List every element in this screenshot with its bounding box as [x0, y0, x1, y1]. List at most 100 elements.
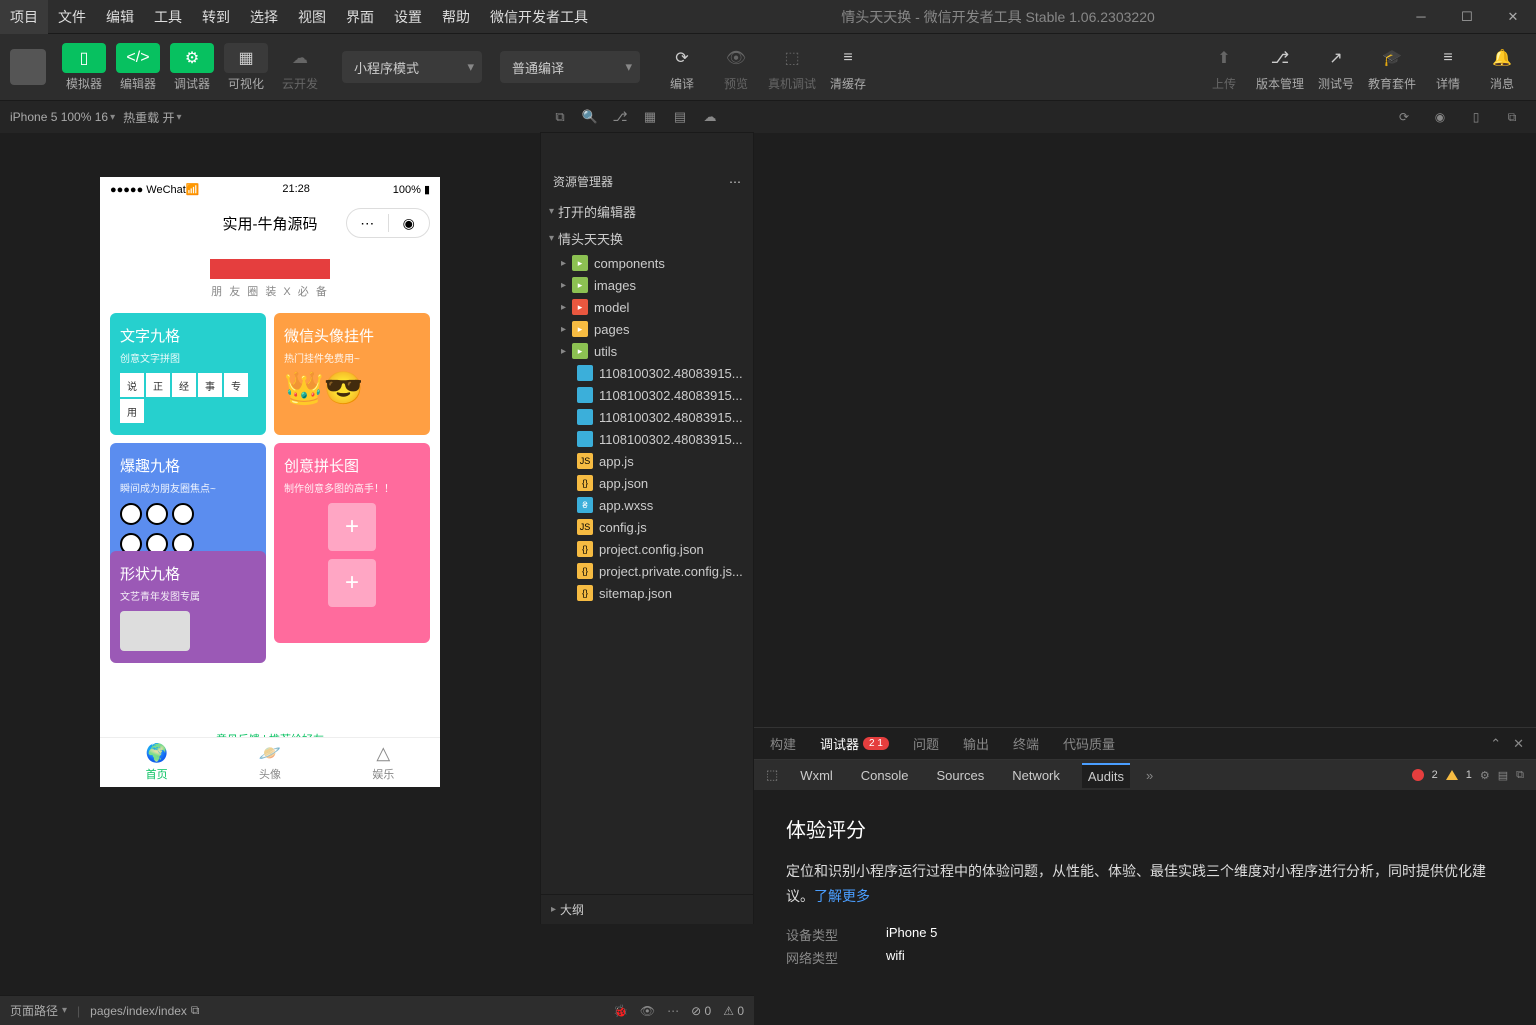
capsule-menu[interactable]: ⋯: [347, 215, 388, 232]
device-dropdown[interactable]: iPhone 5 100% 16▾: [10, 110, 115, 124]
files-icon[interactable]: ⧉: [548, 105, 572, 129]
tab-debugger[interactable]: 调试器2 1: [816, 734, 893, 753]
user-avatar[interactable]: [10, 49, 46, 85]
bug-icon[interactable]: 🐞: [613, 1004, 628, 1018]
real-device-button[interactable]: ⬚真机调试: [766, 39, 818, 96]
file-project-config[interactable]: {}project.config.json: [541, 538, 753, 560]
close-panel-icon[interactable]: ✕: [1513, 736, 1524, 752]
card-avatar-frame[interactable]: 微信头像挂件 热门挂件免费用~ 👑😎: [274, 313, 430, 435]
project-root[interactable]: ▾情头天天换: [541, 225, 753, 252]
learn-more-link[interactable]: 了解更多: [814, 888, 870, 904]
file-app-js[interactable]: JSapp.js: [541, 450, 753, 472]
edu-button[interactable]: 🎓教育套件: [1366, 39, 1418, 96]
err-status[interactable]: ⊘ 0: [691, 1004, 711, 1018]
page-path-dropdown[interactable]: 页面路径▾: [10, 1002, 67, 1019]
menu-settings[interactable]: 设置: [384, 0, 432, 34]
open-editors-section[interactable]: ▾打开的编辑器: [541, 198, 753, 225]
tab-problems[interactable]: 问题: [909, 734, 943, 753]
inspect-icon[interactable]: ⬚: [766, 767, 778, 783]
copy-icon[interactable]: ⧉: [191, 1003, 200, 1018]
simulator-toggle[interactable]: ▯模拟器: [60, 39, 108, 96]
git-icon[interactable]: ⎇: [608, 105, 632, 129]
detach-icon[interactable]: ⧉: [1498, 103, 1526, 131]
more-icon[interactable]: ⋯: [667, 1004, 679, 1018]
menu-view[interactable]: 视图: [288, 0, 336, 34]
compile-button[interactable]: ⟳编译: [658, 39, 706, 96]
compile-dropdown[interactable]: 普通编译: [500, 51, 640, 83]
file-config-js[interactable]: JSconfig.js: [541, 516, 753, 538]
visual-toggle[interactable]: ▦可视化: [222, 39, 270, 96]
card-long-image[interactable]: 创意拼长图 制作创意多图的高手！！ + +: [274, 443, 430, 643]
menu-file[interactable]: 文件: [48, 0, 96, 34]
clear-cache-button[interactable]: ≡清缓存: [824, 39, 872, 96]
minimize-button[interactable]: ─: [1398, 0, 1444, 34]
dt-audits[interactable]: Audits: [1082, 763, 1130, 788]
eye-icon[interactable]: 👁: [640, 1004, 655, 1018]
page-path[interactable]: pages/index/index ⧉: [90, 1003, 199, 1018]
detail-button[interactable]: ≡详情: [1424, 39, 1472, 96]
dock-icon[interactable]: ▤: [1498, 769, 1508, 782]
tab-quality[interactable]: 代码质量: [1059, 734, 1119, 753]
editor-toggle[interactable]: </>编辑器: [114, 39, 162, 96]
menu-project[interactable]: 项目: [0, 0, 48, 34]
tab-terminal[interactable]: 终端: [1009, 734, 1043, 753]
test-button[interactable]: ↗测试号: [1312, 39, 1360, 96]
explorer-more-icon[interactable]: ⋯: [729, 175, 741, 189]
menu-interface[interactable]: 界面: [336, 0, 384, 34]
folder-pages[interactable]: ▸▸pages: [541, 318, 753, 340]
file-app-wxss[interactable]: ₴app.wxss: [541, 494, 753, 516]
refresh-sim-icon[interactable]: ⟳: [1390, 103, 1418, 131]
folder-components[interactable]: ▸▸components: [541, 252, 753, 274]
card-text-grid[interactable]: 文字九格 创意文字拼图 说 正 经 事 专 用: [110, 313, 266, 435]
menu-help[interactable]: 帮助: [432, 0, 480, 34]
msg-button[interactable]: 🔔消息: [1478, 39, 1526, 96]
cloud-dev[interactable]: ☁云开发: [276, 39, 324, 96]
gear-icon[interactable]: ⚙: [1480, 769, 1490, 782]
phone-simulator[interactable]: ●●●●● WeChat📶 21:28 100% ▮ 实用-牛角源码 ⋯ ◉ 朋…: [100, 177, 440, 787]
outline-section[interactable]: ▸大纲: [541, 894, 753, 924]
maximize-button[interactable]: ☐: [1444, 0, 1490, 34]
menu-select[interactable]: 选择: [240, 0, 288, 34]
folder-utils[interactable]: ▸▸utils: [541, 340, 753, 362]
menu-tools[interactable]: 工具: [144, 0, 192, 34]
rotate-icon[interactable]: ▯: [1462, 103, 1490, 131]
tab-output[interactable]: 输出: [959, 734, 993, 753]
ext-icon[interactable]: ▦: [638, 105, 662, 129]
preview-button[interactable]: 👁预览: [712, 39, 760, 96]
warn-status[interactable]: ⚠ 0: [723, 1004, 744, 1018]
dt-wxml[interactable]: Wxml: [794, 764, 839, 787]
tab-avatar[interactable]: 🪐头像: [213, 738, 326, 787]
ext2-icon[interactable]: ▤: [668, 105, 692, 129]
banner[interactable]: 朋 友 圈 装 X 必 备: [110, 249, 430, 309]
dock2-icon[interactable]: ⧉: [1516, 769, 1524, 782]
close-button[interactable]: ✕: [1490, 0, 1536, 34]
file-item[interactable]: 1108100302.48083915...: [541, 428, 753, 450]
folder-images[interactable]: ▸▸images: [541, 274, 753, 296]
menu-devtools[interactable]: 微信开发者工具: [480, 0, 598, 34]
file-app-json[interactable]: {}app.json: [541, 472, 753, 494]
tab-build[interactable]: 构建: [766, 734, 800, 753]
file-item[interactable]: 1108100302.48083915...: [541, 384, 753, 406]
hotreload-dropdown[interactable]: 热重载 开▾: [123, 109, 181, 126]
tab-fun[interactable]: △娱乐: [327, 738, 440, 787]
file-item[interactable]: 1108100302.48083915...: [541, 406, 753, 428]
dt-sources[interactable]: Sources: [931, 764, 991, 787]
dt-console[interactable]: Console: [855, 764, 915, 787]
menu-goto[interactable]: 转到: [192, 0, 240, 34]
file-sitemap[interactable]: {}sitemap.json: [541, 582, 753, 604]
file-private-config[interactable]: {}project.private.config.js...: [541, 560, 753, 582]
menu-edit[interactable]: 编辑: [96, 0, 144, 34]
cloud-icon[interactable]: ☁: [698, 105, 722, 129]
more-tabs-icon[interactable]: »: [1146, 768, 1153, 783]
stop-sim-icon[interactable]: ◉: [1426, 103, 1454, 131]
dt-network[interactable]: Network: [1006, 764, 1066, 787]
file-item[interactable]: 1108100302.48083915...: [541, 362, 753, 384]
card-shape-grid[interactable]: 形状九格 文艺青年发图专属: [110, 551, 266, 663]
debugger-toggle[interactable]: ⚙调试器: [168, 39, 216, 96]
capsule-close[interactable]: ◉: [389, 215, 430, 232]
collapse-icon[interactable]: ⌃: [1490, 736, 1501, 752]
folder-model[interactable]: ▸▸model: [541, 296, 753, 318]
mode-dropdown[interactable]: 小程序模式: [342, 51, 482, 83]
search-icon[interactable]: 🔍: [578, 105, 602, 129]
tab-home[interactable]: 🌍首页: [100, 738, 213, 787]
